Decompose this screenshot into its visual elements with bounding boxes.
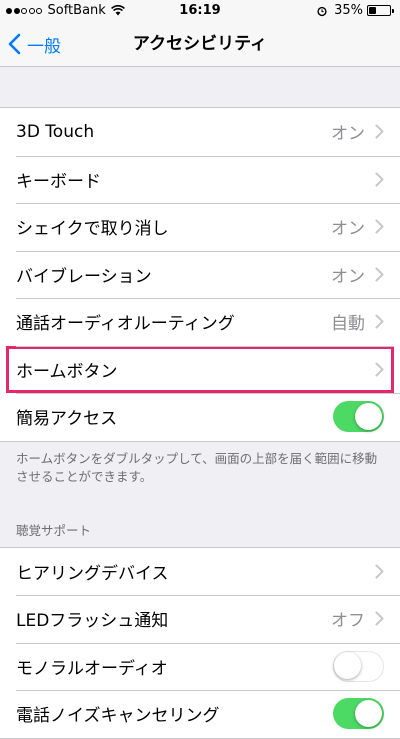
row-label: ホームボタン: [16, 361, 118, 382]
row-value: オン: [331, 219, 365, 240]
page-title: アクセシビリティ: [132, 34, 268, 54]
chevron-right-icon: [375, 172, 384, 187]
battery-icon: [367, 5, 391, 16]
noise-cancellation-toggle[interactable]: [333, 698, 384, 730]
row-hearing-devices[interactable]: ヒアリングデバイス: [0, 547, 400, 595]
section-header-hearing: 聴覚サポート: [16, 522, 92, 538]
row-label: ヒアリングデバイス: [16, 563, 169, 584]
row-call-audio-routing[interactable]: 通話オーディオルーティング 自動: [0, 298, 400, 346]
chevron-right-icon: [375, 314, 384, 329]
row-vibration[interactable]: バイブレーション オン: [0, 250, 400, 298]
battery-percent: 35%: [334, 3, 363, 18]
row-reachability: 簡易アクセス: [0, 393, 400, 441]
row-label: キーボード: [16, 171, 101, 192]
row-label: 簡易アクセス: [16, 409, 118, 430]
row-value: オン: [331, 124, 365, 145]
settings-content: 3D Touch オン キーボード シェイクで取り消し オン バイブレーション …: [0, 67, 400, 739]
row-led-flash-alerts[interactable]: LEDフラッシュ通知 オフ: [0, 595, 400, 643]
row-label: 通話オーディオルーティング: [16, 314, 235, 335]
navigation-bar: 一般 アクセシビリティ: [0, 22, 400, 67]
settings-group-hearing: ヒアリングデバイス LEDフラッシュ通知 オフ モノラルオーディオ 電話ノイズキ…: [0, 546, 400, 739]
toggle-knob: [355, 403, 382, 431]
row-phone-noise-cancellation: 電話ノイズキャンセリング: [0, 690, 400, 738]
row-label: LEDフラッシュ通知: [16, 611, 169, 632]
row-home-button[interactable]: ホームボタン: [6, 345, 394, 393]
battery-cap: [392, 8, 394, 13]
row-value: オン: [331, 266, 365, 287]
row-label: モノラルオーディオ: [16, 658, 168, 679]
mono-audio-toggle[interactable]: [333, 650, 384, 682]
row-label: シェイクで取り消し: [16, 219, 169, 240]
chevron-right-icon: [375, 219, 384, 234]
row-value: オフ: [331, 611, 365, 632]
reachability-toggle[interactable]: [333, 401, 384, 433]
row-value: 自動: [331, 314, 365, 335]
chevron-right-icon: [375, 267, 384, 282]
chevron-right-icon: [375, 124, 384, 139]
status-bar: SoftBank 16:19 35%: [0, 0, 400, 22]
chevron-right-icon: [375, 611, 384, 626]
row-shake-to-undo[interactable]: シェイクで取り消し オン: [0, 203, 400, 251]
row-mono-audio: モノラルオーディオ: [0, 642, 400, 690]
settings-group-interaction: 3D Touch オン キーボード シェイクで取り消し オン バイブレーション …: [0, 107, 400, 442]
chevron-right-icon: [375, 362, 384, 377]
chevron-right-icon: [375, 564, 384, 579]
top-spacer: [0, 67, 400, 107]
toggle-knob: [334, 652, 361, 680]
toggle-knob: [355, 700, 382, 728]
status-right: 35%: [316, 3, 394, 18]
row-label: 3D Touch: [16, 121, 95, 142]
row-3d-touch[interactable]: 3D Touch オン: [0, 108, 400, 156]
alarm-clock-icon: [317, 6, 327, 16]
row-keyboard[interactable]: キーボード: [0, 155, 400, 203]
row-label: 電話ノイズキャンセリング: [16, 706, 220, 727]
reachability-footer-note: ホームボタンをダブルタップして、画面の上部を届く範囲に移動させることができます。: [16, 450, 378, 484]
row-label: バイブレーション: [16, 266, 152, 287]
